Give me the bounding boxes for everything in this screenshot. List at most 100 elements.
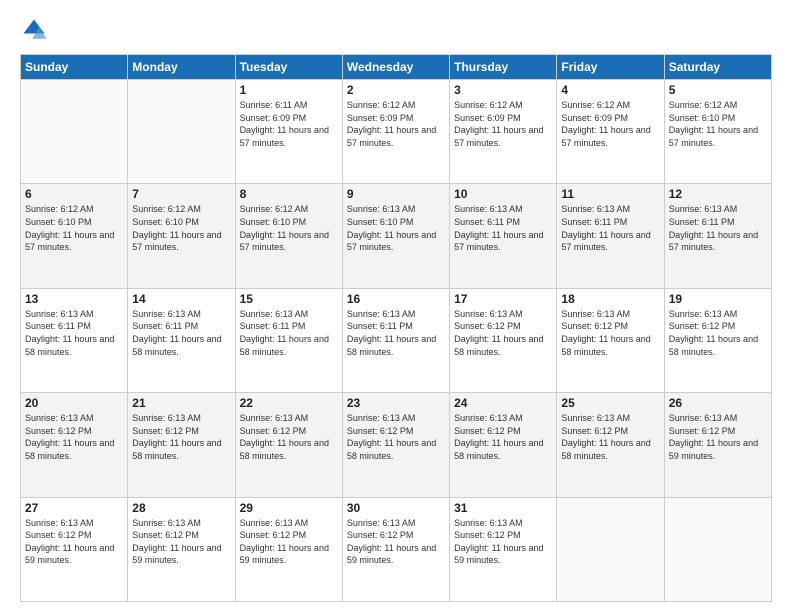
cell-info: Sunrise: 6:13 AM Sunset: 6:12 PM Dayligh…	[561, 308, 659, 358]
day-number: 30	[347, 501, 445, 515]
day-number: 23	[347, 396, 445, 410]
calendar-cell: 10Sunrise: 6:13 AM Sunset: 6:11 PM Dayli…	[450, 184, 557, 288]
calendar-cell: 5 Sunrise: 6:12 AM Sunset: 6:10 PM Daylig…	[664, 80, 771, 184]
cell-info: Sunrise: 6:13 AM Sunset: 6:12 PM Dayligh…	[132, 412, 230, 462]
calendar-cell: 24 Sunrise: 6:13 AM Sunset: 6:12 PM Dayli…	[450, 393, 557, 497]
day-number: 8	[240, 187, 338, 201]
cell-info: Sunrise: 6:13 AM Sunset: 6:12 PM Dayligh…	[669, 412, 767, 462]
week-row-5: 27 Sunrise: 6:13 AM Sunset: 6:12 PM Dayli…	[21, 497, 772, 601]
calendar-cell: 14 Sunrise: 6:13 AM Sunset: 6:11 PM Dayli…	[128, 288, 235, 392]
calendar-cell: 20 Sunrise: 6:13 AM Sunset: 6:12 PM Dayli…	[21, 393, 128, 497]
calendar-cell: 15 Sunrise: 6:13 AM Sunset: 6:11 PM Dayli…	[235, 288, 342, 392]
day-number: 27	[25, 501, 123, 515]
cell-info: Sunrise: 6:13 AM Sunset: 6:12 PM Dayligh…	[240, 412, 338, 462]
cell-info: Sunrise: 6:12 AM Sunset: 6:09 PM Dayligh…	[561, 99, 659, 149]
header-row: SundayMondayTuesdayWednesdayThursdayFrid…	[21, 55, 772, 80]
cell-info: Sunrise: 6:13 AM Sunset: 6:12 PM Dayligh…	[454, 308, 552, 358]
week-row-1: 1Sunrise: 6:11 AM Sunset: 6:09 PM Daylig…	[21, 80, 772, 184]
logo-icon	[20, 16, 48, 44]
day-number: 29	[240, 501, 338, 515]
day-number: 18	[561, 292, 659, 306]
day-number: 15	[240, 292, 338, 306]
calendar-cell: 29 Sunrise: 6:13 AM Sunset: 6:12 PM Dayli…	[235, 497, 342, 601]
header-cell-monday: Monday	[128, 55, 235, 80]
day-number: 19	[669, 292, 767, 306]
calendar-cell: 13Sunrise: 6:13 AM Sunset: 6:11 PM Dayli…	[21, 288, 128, 392]
cell-info: Sunrise: 6:13 AM Sunset: 6:11 PM Dayligh…	[240, 308, 338, 358]
calendar-body: 1Sunrise: 6:11 AM Sunset: 6:09 PM Daylig…	[21, 80, 772, 602]
day-number: 11	[561, 187, 659, 201]
calendar-cell: 3 Sunrise: 6:12 AM Sunset: 6:09 PM Daylig…	[450, 80, 557, 184]
day-number: 16	[347, 292, 445, 306]
cell-info: Sunrise: 6:12 AM Sunset: 6:09 PM Dayligh…	[454, 99, 552, 149]
cell-info: Sunrise: 6:12 AM Sunset: 6:10 PM Dayligh…	[25, 203, 123, 253]
page: SundayMondayTuesdayWednesdayThursdayFrid…	[0, 0, 792, 612]
logo	[20, 16, 52, 44]
calendar-cell: 22 Sunrise: 6:13 AM Sunset: 6:12 PM Dayli…	[235, 393, 342, 497]
day-number: 17	[454, 292, 552, 306]
cell-info: Sunrise: 6:12 AM Sunset: 6:10 PM Dayligh…	[132, 203, 230, 253]
day-number: 3	[454, 83, 552, 97]
cell-info: Sunrise: 6:13 AM Sunset: 6:11 PM Dayligh…	[561, 203, 659, 253]
calendar-cell: 8 Sunrise: 6:12 AM Sunset: 6:10 PM Daylig…	[235, 184, 342, 288]
cell-info: Sunrise: 6:13 AM Sunset: 6:12 PM Dayligh…	[25, 517, 123, 567]
cell-info: Sunrise: 6:12 AM Sunset: 6:10 PM Dayligh…	[240, 203, 338, 253]
cell-info: Sunrise: 6:13 AM Sunset: 6:12 PM Dayligh…	[561, 412, 659, 462]
calendar-cell: 30Sunrise: 6:13 AM Sunset: 6:12 PM Dayli…	[342, 497, 449, 601]
day-number: 13	[25, 292, 123, 306]
calendar-cell: 9 Sunrise: 6:13 AM Sunset: 6:10 PM Daylig…	[342, 184, 449, 288]
calendar-cell	[557, 497, 664, 601]
calendar-cell	[21, 80, 128, 184]
calendar-cell: 18 Sunrise: 6:13 AM Sunset: 6:12 PM Dayli…	[557, 288, 664, 392]
day-number: 9	[347, 187, 445, 201]
header-cell-sunday: Sunday	[21, 55, 128, 80]
cell-info: Sunrise: 6:13 AM Sunset: 6:12 PM Dayligh…	[132, 517, 230, 567]
day-number: 6	[25, 187, 123, 201]
calendar-cell: 31Sunrise: 6:13 AM Sunset: 6:12 PM Dayli…	[450, 497, 557, 601]
calendar-cell: 11 Sunrise: 6:13 AM Sunset: 6:11 PM Dayli…	[557, 184, 664, 288]
day-number: 25	[561, 396, 659, 410]
calendar-header: SundayMondayTuesdayWednesdayThursdayFrid…	[21, 55, 772, 80]
day-number: 20	[25, 396, 123, 410]
header-cell-friday: Friday	[557, 55, 664, 80]
calendar-cell: 23 Sunrise: 6:13 AM Sunset: 6:12 PM Dayli…	[342, 393, 449, 497]
week-row-3: 13 Sunrise: 6:13 AM Sunset: 6:11 PM Dayli…	[21, 288, 772, 392]
calendar-cell: 6 Sunrise: 6:12 AM Sunset: 6:10 PM Daylig…	[21, 184, 128, 288]
day-number: 26	[669, 396, 767, 410]
day-number: 4	[561, 83, 659, 97]
day-number: 12	[669, 187, 767, 201]
cell-info: Sunrise: 6:13 AM Sunset: 6:12 PM Dayligh…	[25, 412, 123, 462]
cell-info: Sunrise: 6:13 AM Sunset: 6:10 PM Dayligh…	[347, 203, 445, 253]
calendar-table: SundayMondayTuesdayWednesdayThursdayFrid…	[20, 54, 772, 602]
header-cell-tuesday: Tuesday	[235, 55, 342, 80]
calendar-cell: 28 Sunrise: 6:13 AM Sunset: 6:12 PM Dayli…	[128, 497, 235, 601]
calendar-cell: 17 Sunrise: 6:13 AM Sunset: 6:12 PM Dayli…	[450, 288, 557, 392]
cell-info: Sunrise: 6:13 AM Sunset: 6:12 PM Dayligh…	[240, 517, 338, 567]
calendar-cell: 27 Sunrise: 6:13 AM Sunset: 6:12 PM Dayli…	[21, 497, 128, 601]
calendar-cell: 1Sunrise: 6:11 AM Sunset: 6:09 PM Daylig…	[235, 80, 342, 184]
cell-info: Sunrise: 6:13 AM Sunset: 6:12 PM Dayligh…	[669, 308, 767, 358]
cell-info: Sunrise: 6:13 AM Sunset: 6:12 PM Dayligh…	[347, 412, 445, 462]
day-number: 14	[132, 292, 230, 306]
cell-info: Sunrise: 6:11 AM Sunset: 6:09 PM Dayligh…	[240, 99, 338, 149]
cell-info: Sunrise: 6:13 AM Sunset: 6:12 PM Dayligh…	[454, 412, 552, 462]
cell-info: Sunrise: 6:12 AM Sunset: 6:10 PM Dayligh…	[669, 99, 767, 149]
day-number: 21	[132, 396, 230, 410]
calendar-cell: 25 Sunrise: 6:13 AM Sunset: 6:12 PM Dayli…	[557, 393, 664, 497]
header-cell-thursday: Thursday	[450, 55, 557, 80]
cell-info: Sunrise: 6:12 AM Sunset: 6:09 PM Dayligh…	[347, 99, 445, 149]
calendar-cell: 12Sunrise: 6:13 AM Sunset: 6:11 PM Dayli…	[664, 184, 771, 288]
calendar-cell: 4 Sunrise: 6:12 AM Sunset: 6:09 PM Daylig…	[557, 80, 664, 184]
cell-info: Sunrise: 6:13 AM Sunset: 6:11 PM Dayligh…	[347, 308, 445, 358]
calendar-cell: 26 Sunrise: 6:13 AM Sunset: 6:12 PM Dayli…	[664, 393, 771, 497]
day-number: 5	[669, 83, 767, 97]
day-number: 28	[132, 501, 230, 515]
cell-info: Sunrise: 6:13 AM Sunset: 6:12 PM Dayligh…	[454, 517, 552, 567]
calendar-cell	[664, 497, 771, 601]
day-number: 24	[454, 396, 552, 410]
day-number: 22	[240, 396, 338, 410]
cell-info: Sunrise: 6:13 AM Sunset: 6:11 PM Dayligh…	[132, 308, 230, 358]
day-number: 2	[347, 83, 445, 97]
calendar-cell: 16 Sunrise: 6:13 AM Sunset: 6:11 PM Dayli…	[342, 288, 449, 392]
calendar-cell: 2 Sunrise: 6:12 AM Sunset: 6:09 PM Daylig…	[342, 80, 449, 184]
